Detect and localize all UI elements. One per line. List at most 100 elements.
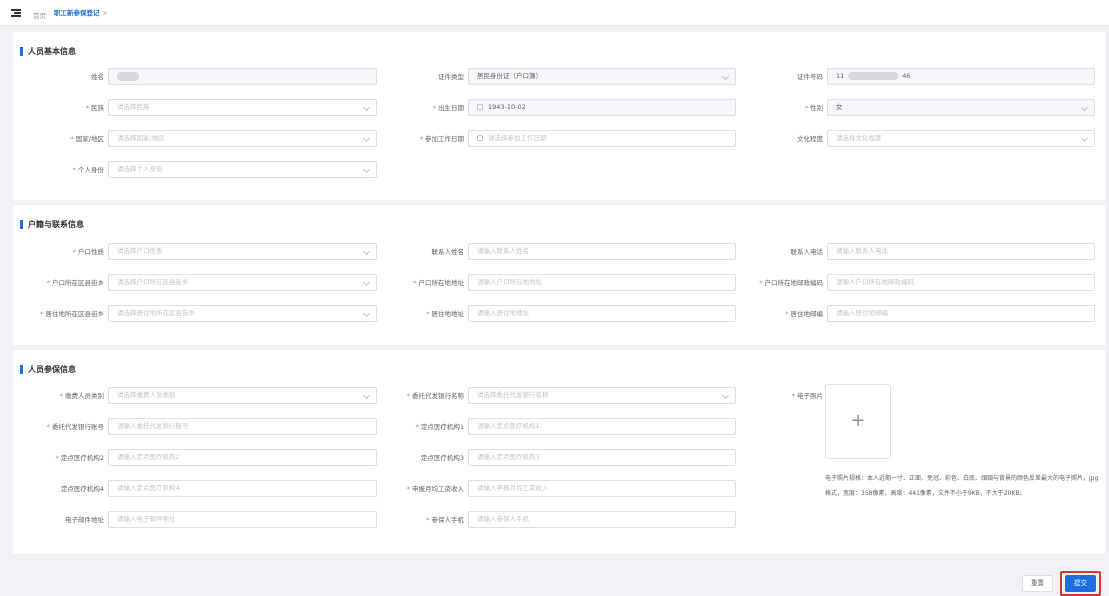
identity-label: * 个人身份 (72, 166, 104, 174)
identity-select[interactable]: 请选择个人身份 (108, 161, 377, 178)
contact-name-input[interactable]: 请输入联系人姓名 (468, 243, 736, 260)
id-no-redacted (848, 72, 899, 80)
hukou-zip-placeholder: 请输入户口所在地邮政编码 (836, 278, 914, 286)
chevron-down-icon (362, 165, 371, 174)
ethnic-placeholder: 请选择民族 (117, 103, 150, 111)
menu-fold-icon[interactable] (11, 8, 21, 18)
id-type-select[interactable]: 居民身份证（户口簿） (468, 68, 736, 85)
id-type-label: 证件类型 (438, 73, 464, 81)
bank-acct-placeholder: 请输入委托代发银行账号 (117, 422, 189, 430)
edu-placeholder: 请选择文化程度 (836, 134, 882, 142)
bank-label: * 委托代发银行名称 (406, 392, 464, 400)
gender-label: * 性别 (804, 104, 823, 112)
contact-name-placeholder: 请输入联系人姓名 (477, 247, 529, 255)
hukou-type-label: * 户口性质 (72, 248, 104, 256)
res-area-placeholder: 请选择居住地所在区县街乡 (117, 309, 195, 317)
contact-phone-placeholder: 请输入联系人电话 (836, 247, 888, 255)
res-addr-input[interactable]: 请输入居住地地址 (468, 305, 736, 322)
hukou-type-placeholder: 请选择户口性质 (117, 247, 163, 255)
insurance-card: 人员参保信息 * 缴费人员类别 请选择缴费人员类别 * 委托代发银行名称 请选择委托… (13, 350, 1105, 554)
tab-active[interactable]: 职工新参保登记 × (50, 7, 112, 20)
id-no-field[interactable]: 11 46 (827, 68, 1095, 85)
identity-placeholder: 请选择个人身份 (117, 165, 163, 173)
name-label: 姓名 (91, 73, 104, 81)
photo-label: * 电子照片 (791, 392, 823, 400)
email-placeholder: 请输入电子邮件地址 (117, 515, 176, 523)
res-zip-placeholder: 请输入居住地邮编 (836, 309, 888, 317)
contact-phone-input[interactable]: 请输入联系人电话 (827, 243, 1095, 260)
bank-acct-label: * 委托代发银行账号 (46, 423, 104, 431)
submit-highlight-box (1060, 571, 1101, 596)
section-title-household: 户籍与联系信息 (20, 220, 84, 229)
photo-hint: 电子照片规格：本人近期一寸、正面、免冠、彩色、白底、頭頸与背景的颜色反差最大的电… (825, 475, 1099, 497)
edu-select[interactable]: 请选择文化程度 (827, 130, 1095, 147)
id-type-value: 居民身份证（户口簿） (477, 72, 542, 80)
top-bar: 首页 职工新参保登记 × (0, 0, 1109, 26)
tab-close-icon[interactable]: × (103, 9, 108, 17)
id-no-suffix: 46 (902, 72, 911, 80)
hukou-addr-input[interactable]: 请输入户口所在地地址 (468, 274, 736, 291)
workdate-field[interactable]: 请选择参加工作日期 (468, 130, 736, 147)
emp-type-label: * 缴费人员类别 (59, 392, 104, 400)
hukou-zip-label: * 户口所在地邮政编码 (759, 279, 823, 287)
hukou-area-label: * 户口所在区县街乡 (46, 279, 104, 287)
res-zip-label: * 居住地邮编 (785, 310, 823, 318)
hukou-zip-input[interactable]: 请输入户口所在地邮政编码 (827, 274, 1095, 291)
birth-value: 1943-10-02 (488, 103, 526, 111)
plus-icon: + (850, 410, 866, 431)
bank-select[interactable]: 请选择委托代发银行名称 (468, 387, 736, 404)
hosp3-label: 定点医疗机构3 (420, 454, 464, 462)
country-placeholder: 请选择国家/地区 (117, 134, 165, 142)
hosp3-placeholder: 请输入定点医疗机构3 (477, 453, 540, 461)
country-label: * 国家/地区 (70, 135, 104, 143)
tab-label: 职工新参保登记 (54, 9, 100, 17)
hosp2-label: * 定点医疗机构2 (55, 454, 104, 462)
hosp1-input[interactable]: 请输入定点医疗机构1 (468, 418, 736, 435)
birth-date-field[interactable]: 1943-10-02 (468, 99, 736, 116)
household-card: 户籍与联系信息 * 户口性质 请选择户口性质 联系人姓名 请输入联系人姓名 联系人… (13, 205, 1105, 345)
hukou-addr-placeholder: 请输入户口所在地地址 (477, 278, 542, 286)
bank-placeholder: 请选择委托代发银行名称 (477, 391, 549, 399)
chevron-down-icon (1080, 103, 1089, 112)
hukou-addr-label: * 户口所在地地址 (413, 279, 464, 287)
mobile-placeholder: 请输入参保人手机 (477, 515, 529, 523)
contact-name-label: 联系人姓名 (431, 248, 465, 256)
workdate-placeholder: 请选择参加工作日期 (488, 134, 547, 142)
income-label: * 申报月均工资收入 (406, 485, 464, 493)
hosp3-input[interactable]: 请输入定点医疗机构3 (468, 449, 736, 466)
ethnic-label: * 民族 (85, 104, 104, 112)
income-placeholder: 请输入申报月均工资收入 (477, 484, 549, 492)
birth-label: * 出生日期 (432, 104, 464, 112)
hosp1-label: * 定点医疗机构1 (415, 423, 464, 431)
basic-info-card: 人员基本信息 姓名 证件类型 居民身份证（户口簿） 证件号码 11 46 * 民族 … (13, 32, 1105, 200)
contact-phone-label: 联系人电话 (790, 248, 824, 256)
reset-button[interactable]: 重置 (1022, 575, 1053, 592)
gender-select[interactable]: 女 (827, 99, 1095, 116)
emp-type-placeholder: 请选择缴费人员类别 (117, 391, 176, 399)
income-input[interactable]: 请输入申报月均工资收入 (468, 480, 736, 497)
calendar-icon (477, 135, 483, 141)
mobile-input[interactable]: 请输入参保人手机 (468, 511, 736, 528)
hukou-area-placeholder: 请选择户口所在区县街乡 (117, 278, 189, 286)
workdate-label: * 参加工作日期 (419, 135, 464, 143)
res-area-label: * 居住地所在区县街乡 (40, 310, 104, 318)
id-no-prefix: 11 (836, 72, 845, 80)
name-redacted (117, 71, 139, 81)
chevron-down-icon (1080, 134, 1089, 143)
res-addr-label: * 居住地地址 (426, 310, 464, 318)
calendar-icon (477, 104, 483, 110)
hosp4-label: 定点医疗机构4 (60, 485, 104, 493)
mobile-label: * 参保人手机 (426, 516, 464, 524)
photo-upload[interactable]: + (825, 384, 891, 459)
section-title-insurance: 人员参保信息 (20, 365, 76, 374)
email-label: 电子邮件地址 (65, 516, 104, 524)
section-title-basic: 人员基本信息 (20, 47, 76, 56)
id-no-label: 证件号码 (797, 73, 823, 81)
hosp4-placeholder: 请输入定点医疗机构4 (117, 484, 180, 492)
hosp1-placeholder: 请输入定点医疗机构1 (477, 422, 540, 430)
res-zip-input[interactable]: 请输入居住地邮编 (827, 305, 1095, 322)
edu-label: 文化程度 (797, 135, 823, 143)
gender-value: 女 (836, 103, 843, 111)
hosp2-placeholder: 请输入定点医疗机构2 (117, 453, 180, 461)
breadcrumb-home[interactable]: 首页 (33, 10, 46, 20)
